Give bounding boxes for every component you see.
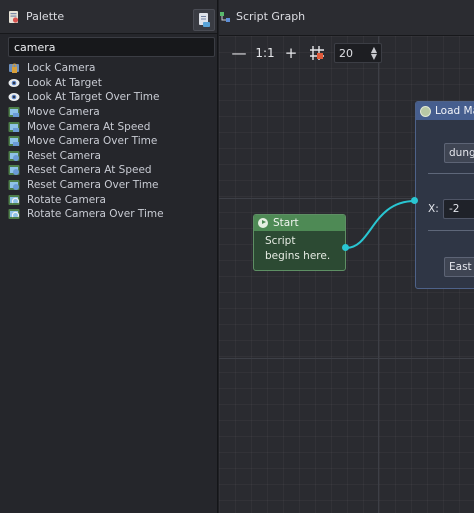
palette-list-item[interactable]: Reset Camera At Speed bbox=[8, 163, 215, 178]
tab-script-graph[interactable]: Script Graph bbox=[219, 10, 305, 23]
palette-list: Lock Camera Look At Target Look At Target … bbox=[8, 61, 215, 222]
start-node-header[interactable]: Start bbox=[254, 215, 345, 231]
load-node[interactable]: Load Ma dungeo X: -2 East bbox=[415, 101, 474, 289]
palette-list-item-label: Lock Camera bbox=[27, 62, 96, 75]
palette-list-item[interactable]: Reset Camera bbox=[8, 149, 215, 164]
graph-tab-icon-button[interactable] bbox=[193, 9, 215, 31]
play-icon bbox=[258, 218, 268, 228]
palette-list-item[interactable]: Move Camera Over Time bbox=[8, 134, 215, 149]
palette-list-item-label: Reset Camera Over Time bbox=[27, 179, 159, 192]
load-node-icon bbox=[420, 105, 431, 117]
palette-list-item-label: Rotate Camera bbox=[27, 193, 106, 206]
zoom-in-button[interactable]: + bbox=[278, 42, 304, 64]
grid-line bbox=[219, 358, 474, 359]
start-node-title: Start bbox=[273, 217, 299, 229]
palette-list-item-label: Reset Camera bbox=[27, 149, 101, 162]
lock-camera-icon bbox=[9, 63, 19, 74]
camera-move-icon bbox=[8, 107, 20, 118]
palette-list-item-label: Rotate Camera Over Time bbox=[27, 208, 164, 221]
direction-field[interactable]: East bbox=[444, 257, 474, 277]
eye-icon bbox=[8, 93, 20, 102]
grid-line bbox=[378, 36, 379, 513]
palette-title: Palette bbox=[26, 10, 65, 23]
node-divider bbox=[428, 230, 474, 231]
x-value-input[interactable]: -2 bbox=[443, 199, 474, 219]
load-node-header[interactable]: Load Ma bbox=[416, 102, 474, 120]
start-node-text-line2: begins here. bbox=[265, 250, 331, 262]
palette-list-item-label: Move Camera At Speed bbox=[27, 120, 151, 133]
start-node-body: Script begins here. bbox=[254, 231, 345, 264]
load-node-title: Load Ma bbox=[435, 105, 474, 117]
zoom-level-value: 20 bbox=[339, 46, 353, 60]
camera-reset-icon bbox=[8, 165, 20, 176]
palette-list-item[interactable]: Look At Target Over Time bbox=[8, 90, 215, 105]
tab-script-graph-label: Script Graph bbox=[236, 10, 306, 23]
camera-move-icon bbox=[8, 136, 20, 147]
start-node-text-line1: Script bbox=[265, 235, 296, 247]
palette-search-input[interactable] bbox=[8, 37, 215, 57]
camera-reset-icon bbox=[8, 180, 20, 191]
map-name-field[interactable]: dungeo bbox=[444, 143, 474, 163]
zoom-out-button[interactable]: — bbox=[226, 42, 252, 64]
palette-list-item-label: Move Camera Over Time bbox=[27, 135, 158, 148]
camera-reset-icon bbox=[8, 150, 20, 161]
palette-list-item-label: Look At Target Over Time bbox=[27, 91, 160, 104]
x-label: X: bbox=[428, 203, 439, 215]
camera-move-icon bbox=[8, 121, 20, 132]
start-output-port[interactable] bbox=[342, 244, 349, 251]
palette-icon bbox=[9, 10, 19, 23]
snap-grid-button[interactable] bbox=[304, 42, 330, 64]
palette-list-item-label: Move Camera bbox=[27, 106, 100, 119]
palette-list-item-label: Reset Camera At Speed bbox=[27, 164, 152, 177]
palette-header: Palette bbox=[0, 0, 217, 34]
load-input-port[interactable] bbox=[411, 197, 418, 204]
graph-toolbar: — 1:1 + 20 ▲ ▼ bbox=[226, 42, 382, 64]
camera-rotate-icon bbox=[8, 209, 20, 220]
eye-icon bbox=[8, 78, 20, 87]
spin-arrows-icon[interactable]: ▲ ▼ bbox=[371, 46, 377, 61]
palette-list-item[interactable]: Look At Target bbox=[8, 76, 215, 91]
palette-list-item[interactable]: Move Camera At Speed bbox=[8, 119, 215, 134]
palette-list-item[interactable]: Rotate Camera bbox=[8, 192, 215, 207]
palette-list-item[interactable]: Rotate Camera Over Time bbox=[8, 207, 215, 222]
script-graph-document-icon bbox=[199, 13, 210, 27]
camera-rotate-icon bbox=[8, 194, 20, 205]
palette-panel: Palette Lock CameraLook At Target Look At… bbox=[0, 0, 218, 513]
palette-list-item-label: Look At Target bbox=[27, 76, 102, 89]
start-node[interactable]: Start Script begins here. bbox=[253, 214, 346, 271]
grid-snap-icon bbox=[310, 46, 324, 60]
palette-list-item[interactable]: Lock Camera bbox=[8, 61, 215, 76]
palette-list-item[interactable]: Move Camera bbox=[8, 105, 215, 120]
zoom-level-spinbox[interactable]: 20 ▲ ▼ bbox=[334, 43, 382, 63]
node-divider bbox=[428, 173, 474, 174]
graph-nodes-icon bbox=[220, 11, 230, 22]
palette-list-item[interactable]: Reset Camera Over Time bbox=[8, 178, 215, 193]
reset-zoom-button[interactable]: 1:1 bbox=[252, 42, 278, 64]
